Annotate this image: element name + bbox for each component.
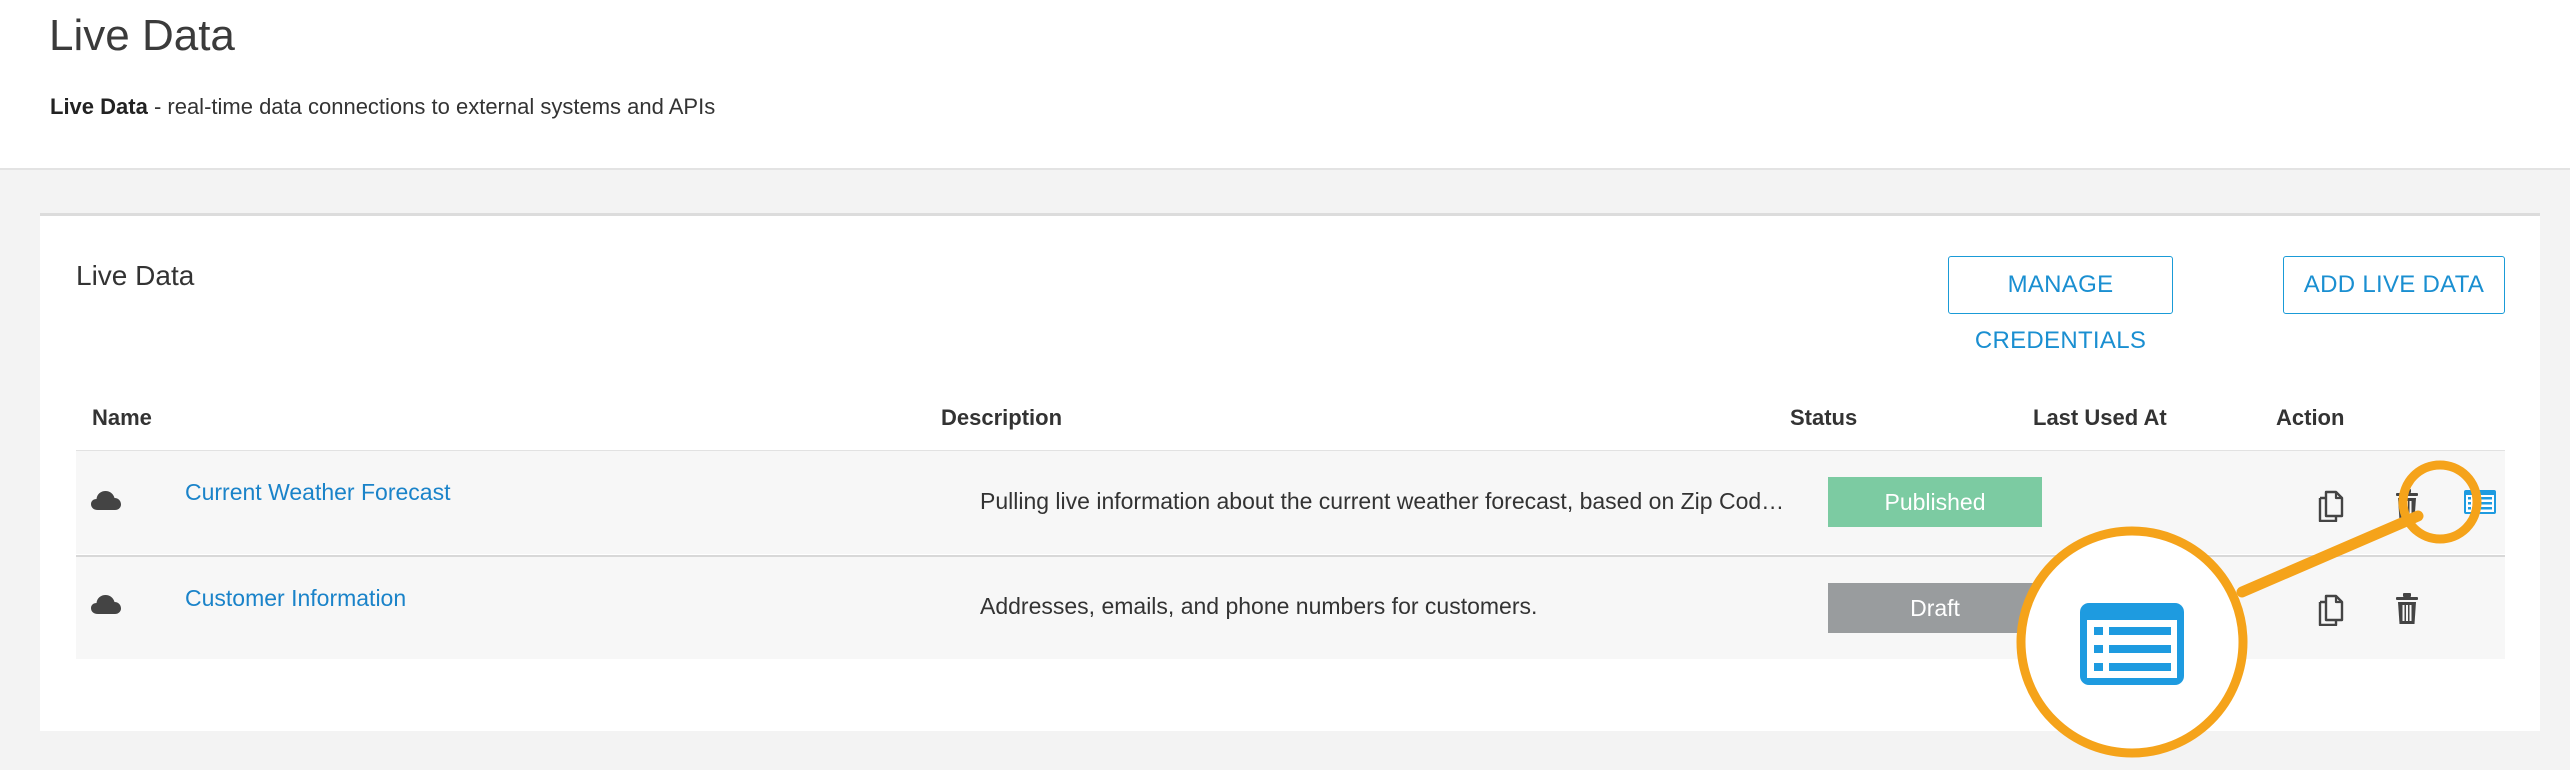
page-title: Live Data (49, 11, 235, 60)
add-live-data-button[interactable]: ADD LIVE DATA (2283, 256, 2505, 314)
row-description: Pulling live information about the curre… (980, 488, 1785, 514)
manage-credentials-button[interactable]: MANAGE CREDENTIALS (1948, 256, 2173, 354)
subtitle-bold: Live Data (50, 94, 148, 119)
column-header-status[interactable]: Status (1790, 403, 1857, 433)
row-name-link[interactable]: Customer Information (185, 583, 406, 613)
status-badge: Draft (1828, 583, 2042, 633)
subtitle-text: - real-time data connections to external… (147, 94, 716, 119)
copy-icon[interactable] (2316, 486, 2350, 522)
cloud-icon (91, 491, 121, 510)
live-data-card: Live Data MANAGE CREDENTIALS ADD LIVE DA… (40, 213, 2540, 731)
column-header-action: Action (2276, 405, 2345, 430)
copy-icon[interactable] (2316, 590, 2350, 626)
column-header-description[interactable]: Description (941, 403, 1062, 433)
list-details-icon[interactable] (2462, 485, 2498, 519)
status-badge: Published (1828, 477, 2042, 527)
column-header-name[interactable]: Name (92, 403, 152, 433)
cloud-icon (91, 595, 121, 614)
card-title: Live Data (76, 260, 195, 291)
page-header: Live Data Live Data - real-time data con… (0, 0, 2570, 170)
table-row: Current Weather Forecast Pulling live in… (76, 450, 2505, 554)
trash-icon[interactable] (2390, 591, 2424, 627)
table-row: Customer Information Addresses, emails, … (76, 555, 2505, 659)
trash-icon[interactable] (2390, 487, 2424, 523)
row-description: Addresses, emails, and phone numbers for… (980, 593, 1538, 619)
row-name-link[interactable]: Current Weather Forecast (185, 477, 450, 507)
page-subtitle: Live Data - real-time data connections t… (50, 92, 715, 122)
column-header-last-used-at[interactable]: Last Used At (2033, 403, 2167, 433)
